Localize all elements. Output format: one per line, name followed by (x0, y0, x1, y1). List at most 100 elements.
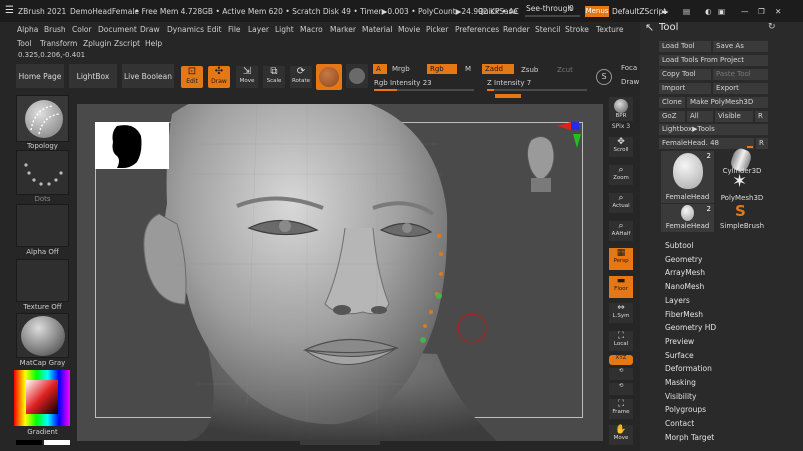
rgb-toggle[interactable]: Rgb (427, 64, 457, 74)
menu-picker[interactable]: Picker (426, 25, 448, 34)
subpalette-masking[interactable]: Masking (665, 378, 696, 387)
menu-preferences[interactable]: Preferences (455, 25, 499, 34)
m-toggle[interactable]: M (465, 65, 471, 73)
tool-thumb-polymesh3d[interactable]: ✶ PolyMesh3D (717, 171, 767, 203)
color-picker[interactable] (14, 370, 70, 426)
texture-thumbnail[interactable] (16, 259, 69, 302)
focal-shift-icon[interactable]: S (596, 69, 612, 85)
menu-texture[interactable]: Texture (596, 25, 623, 34)
subpalette-morph-target[interactable]: Morph Target (665, 433, 714, 442)
menu-tool[interactable]: Tool (17, 39, 32, 48)
subpalette-polygroups[interactable]: Polygroups (665, 405, 706, 414)
zsub-toggle[interactable]: Zsub (521, 66, 538, 74)
menu-zscript[interactable]: Zscript (114, 39, 140, 48)
goz-r-button[interactable]: R (755, 111, 768, 122)
goz-button[interactable]: GoZ (659, 111, 685, 122)
menu-layer[interactable]: Layer (248, 25, 269, 34)
palette-refresh-icon[interactable]: ↻ (768, 22, 776, 32)
layout-icon[interactable]: ▤ (683, 7, 690, 16)
menu-document[interactable]: Document (98, 25, 137, 34)
floor-button[interactable]: ▬ Floor (609, 276, 633, 298)
clone-button[interactable]: Clone (659, 97, 685, 108)
lightbox-tools-button[interactable]: Lightbox▶Tools (659, 124, 768, 135)
subpalette-preview[interactable]: Preview (665, 337, 694, 346)
subpalette-subtool[interactable]: Subtool (665, 241, 693, 250)
menu-macro[interactable]: Macro (300, 25, 323, 34)
maximize-icon[interactable]: ❐ (758, 7, 765, 16)
copy-tool-button[interactable]: Copy Tool (659, 69, 711, 80)
scroll-arrows-icon[interactable]: ◂▸ (661, 7, 669, 16)
subpalette-deformation[interactable]: Deformation (665, 364, 712, 373)
zcut-toggle[interactable]: Zcut (557, 66, 573, 74)
make-polymesh-button[interactable]: Make PolyMesh3D (687, 97, 768, 108)
a-toggle[interactable]: A (373, 64, 387, 74)
seethrough-slider[interactable] (525, 15, 580, 17)
menu-render[interactable]: Render (503, 25, 530, 34)
paste-tool-button[interactable]: Paste Tool (713, 69, 768, 80)
document-canvas[interactable] (77, 104, 603, 441)
menu-marker[interactable]: Marker (330, 25, 356, 34)
rotate-y-icon[interactable]: ⟲ (609, 383, 633, 395)
export-button[interactable]: Export (713, 83, 768, 94)
menu-dynamics[interactable]: Dynamics (167, 25, 204, 34)
scale-mode-button[interactable]: ⧉ Scale (263, 66, 285, 88)
subpalette-contact[interactable]: Contact (665, 419, 694, 428)
actual-button[interactable]: ⌕ Actual (609, 193, 633, 213)
current-tool-slider[interactable]: FemaleHead. 48 (659, 138, 754, 149)
matcap-thumbnail[interactable] (16, 313, 69, 358)
lightbox-button[interactable]: LightBox (69, 64, 117, 88)
bpr-render-button[interactable]: BPR (609, 97, 633, 121)
axis-gizmo-icon[interactable] (551, 120, 583, 160)
minimize-icon[interactable]: — (741, 7, 749, 16)
palette-icon[interactable]: ▣ (718, 7, 725, 16)
material-swatch[interactable] (316, 64, 342, 90)
canvas-scroll-handle[interactable] (300, 440, 380, 445)
scroll-button[interactable]: ✥ Scroll (609, 137, 633, 157)
move-mode-button[interactable]: ⇲ Move (236, 66, 258, 88)
tool-thumb-femalehead-2[interactable]: 2 FemaleHead (661, 204, 714, 232)
menu-brush[interactable]: Brush (44, 25, 66, 34)
stroke-swatch[interactable] (346, 64, 368, 88)
edit-mode-button[interactable]: ⊡ Edit (181, 66, 203, 88)
quicksave-button[interactable]: QuickSave (478, 7, 518, 16)
subpalette-arraymesh[interactable]: ArrayMesh (665, 268, 705, 277)
frame-button[interactable]: ⛶ Frame (609, 399, 633, 419)
subpalette-geometry-hd[interactable]: Geometry HD (665, 323, 716, 332)
goz-all-button[interactable]: All (687, 111, 713, 122)
tool-thumb-simplebrush[interactable]: S SimpleBrush (717, 202, 767, 232)
goz-visible-button[interactable]: Visible (715, 111, 753, 122)
menu-zplugin[interactable]: Zplugin (83, 39, 111, 48)
tool-thumb-femalehead[interactable]: 2 FemaleHead (661, 151, 714, 203)
import-button[interactable]: Import (659, 83, 711, 94)
subpalette-surface[interactable]: Surface (665, 351, 694, 360)
subpalette-nanomesh[interactable]: NanoMesh (665, 282, 704, 291)
close-icon[interactable]: ✕ (775, 7, 781, 16)
menu-material[interactable]: Material (362, 25, 392, 34)
zadd-toggle[interactable]: Zadd (482, 64, 514, 74)
spix-control[interactable]: SPix 3 (605, 123, 637, 130)
secondary-color-swatch[interactable] (16, 440, 42, 445)
menu-stencil[interactable]: Stencil (535, 25, 560, 34)
persp-button[interactable]: ▦ Persp (609, 248, 633, 270)
menu-stroke[interactable]: Stroke (565, 25, 589, 34)
live-boolean-button[interactable]: Live Boolean (122, 64, 174, 88)
color-picker-square[interactable] (26, 380, 58, 414)
menu-file[interactable]: File (228, 25, 241, 34)
menu-help[interactable]: Help (145, 39, 162, 48)
menu-color[interactable]: Color (72, 25, 92, 34)
load-tools-from-project-button[interactable]: Load Tools From Project (659, 55, 768, 66)
menu-movie[interactable]: Movie (398, 25, 420, 34)
topology-brush-thumbnail[interactable] (16, 95, 69, 142)
xyz-button[interactable]: XYZ (609, 355, 633, 365)
rotate-z-icon[interactable]: ⟲ (609, 368, 633, 380)
menu-draw[interactable]: Draw (140, 25, 160, 34)
mrgb-toggle[interactable]: Mrgb (392, 65, 410, 73)
default-zscript[interactable]: DefaultZScript (612, 7, 666, 16)
subpalette-geometry[interactable]: Geometry (665, 255, 702, 264)
menu-alpha[interactable]: Alpha (17, 25, 38, 34)
subpalette-fibermesh[interactable]: FiberMesh (665, 310, 703, 319)
help-icon[interactable]: ◐ (705, 7, 712, 16)
lsym-button[interactable]: ⇔ L.Sym (609, 303, 633, 323)
menu-transform[interactable]: Transform (40, 39, 77, 48)
z-intensity-slider[interactable] (487, 89, 587, 91)
